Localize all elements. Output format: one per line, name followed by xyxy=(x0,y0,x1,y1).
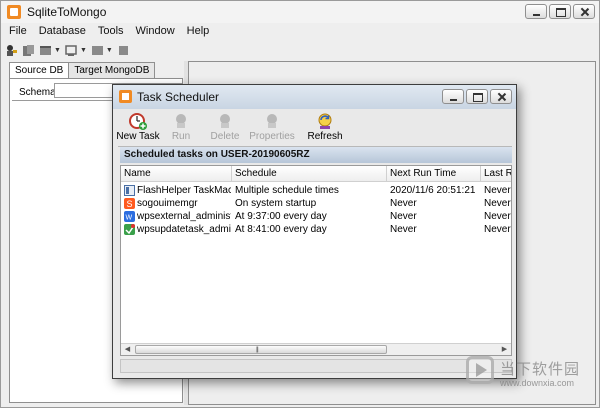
column-name[interactable]: Name xyxy=(121,166,232,182)
query-icon[interactable] xyxy=(65,44,78,57)
main-titlebar[interactable]: SqliteToMongo xyxy=(1,1,599,23)
scheduled-tasks-header: Scheduled tasks on USER-20190605RZ xyxy=(120,147,512,163)
dialog-titlebar[interactable]: Task Scheduler xyxy=(113,85,516,109)
task-last-run: Never xyxy=(484,198,511,209)
column-schedule[interactable]: Schedule xyxy=(232,166,387,182)
watermark: 当下软件园 www.downxia.com xyxy=(466,356,598,396)
watermark-logo-icon xyxy=(466,356,494,384)
tab-source-db[interactable]: Source DB xyxy=(9,62,70,79)
flash-task-icon xyxy=(124,185,135,196)
dialog-close-button[interactable] xyxy=(490,89,512,104)
properties-button[interactable]: Properties xyxy=(247,111,297,145)
app-title: SqliteToMongo xyxy=(27,5,107,19)
table-row[interactable]: FlashHelper TaskMachi... Multiple schedu… xyxy=(121,184,511,197)
dialog-maximize-button[interactable] xyxy=(466,89,488,104)
task-last-run: Never xyxy=(484,224,511,235)
menu-tools[interactable]: Tools xyxy=(98,23,124,40)
wps-update-icon xyxy=(124,224,135,235)
task-name: wpsupdatetask_admini... xyxy=(137,224,231,235)
new-task-button[interactable]: New Task xyxy=(116,111,160,145)
table-dropdown-arrow-icon[interactable]: ▼ xyxy=(54,47,61,54)
refresh-label: Refresh xyxy=(307,131,343,142)
table-row[interactable]: W wpsexternal_administr... At 9:37:00 ev… xyxy=(121,210,511,223)
svg-text:W: W xyxy=(126,215,133,222)
task-last-run: Never xyxy=(484,185,511,196)
sogou-icon: S xyxy=(124,198,135,209)
menu-help[interactable]: Help xyxy=(187,23,210,40)
new-task-icon xyxy=(129,113,147,130)
export-dropdown-arrow-icon[interactable]: ▼ xyxy=(106,47,113,54)
task-schedule: On system startup xyxy=(235,198,317,209)
watermark-title: 当下软件园 xyxy=(500,361,581,378)
maximize-button[interactable] xyxy=(549,4,571,19)
source-target-tabs: Source DB Target MongoDB xyxy=(9,62,156,79)
run-label: Run xyxy=(171,131,191,142)
delete-icon xyxy=(220,114,230,128)
database-icon[interactable] xyxy=(22,44,35,57)
scroll-right-arrow-icon[interactable]: ▶ xyxy=(499,345,510,354)
properties-icon xyxy=(267,114,277,128)
column-next-run-time[interactable]: Next Run Time xyxy=(387,166,481,182)
query-dropdown-arrow-icon[interactable]: ▼ xyxy=(80,47,87,54)
scrollbar-thumb[interactable]: ||| xyxy=(135,345,387,354)
task-scheduler-dialog: Task Scheduler New Task Run Delete Prope… xyxy=(112,84,517,379)
menubar: File Database Tools Window Help xyxy=(1,23,599,40)
task-name: FlashHelper TaskMachi... xyxy=(137,185,231,196)
connect-icon[interactable] xyxy=(5,44,18,57)
svg-text:S: S xyxy=(127,199,133,209)
dialog-statusbar xyxy=(120,359,512,373)
table-icon[interactable] xyxy=(39,44,52,57)
table-row[interactable]: S sogouimemgr On system startup Never Ne… xyxy=(121,197,511,210)
main-toolbar: ▼ ▼ ▼ xyxy=(5,41,130,59)
stop-icon[interactable] xyxy=(117,44,130,57)
menu-file[interactable]: File xyxy=(9,23,27,40)
column-last-run[interactable]: Last Ru xyxy=(481,166,511,182)
close-button[interactable] xyxy=(573,4,595,19)
task-last-run: Never xyxy=(484,211,511,222)
dialog-minimize-button[interactable] xyxy=(442,89,464,104)
horizontal-scrollbar[interactable]: ◀ ||| ▶ xyxy=(121,343,511,355)
task-next-run: 2020/11/6 20:51:21 xyxy=(390,185,476,196)
refresh-icon xyxy=(318,113,332,129)
scroll-left-arrow-icon[interactable]: ◀ xyxy=(122,345,133,354)
run-icon xyxy=(176,114,186,128)
task-schedule: At 9:37:00 every day xyxy=(235,211,327,222)
task-list-column-header: Name Schedule Next Run Time Last Ru xyxy=(121,166,511,182)
task-name: sogouimemgr xyxy=(137,198,198,209)
delete-label: Delete xyxy=(210,131,240,142)
watermark-url: www.downxia.com xyxy=(500,378,575,388)
task-list[interactable]: Name Schedule Next Run Time Last Ru Flas… xyxy=(120,165,512,356)
properties-label: Properties xyxy=(249,131,295,142)
task-schedule: Multiple schedule times xyxy=(235,185,339,196)
minimize-button[interactable] xyxy=(525,4,547,19)
table-row[interactable]: wpsupdatetask_admini... At 8:41:00 every… xyxy=(121,223,511,236)
task-next-run: Never xyxy=(390,198,417,209)
menu-database[interactable]: Database xyxy=(39,23,86,40)
menu-window[interactable]: Window xyxy=(136,23,175,40)
new-task-label: New Task xyxy=(116,131,160,142)
dialog-title: Task Scheduler xyxy=(137,90,220,104)
tab-target-mongodb[interactable]: Target MongoDB xyxy=(68,62,156,78)
task-name: wpsexternal_administr... xyxy=(137,211,231,222)
refresh-button[interactable]: Refresh xyxy=(301,111,349,145)
delete-button[interactable]: Delete xyxy=(203,111,247,145)
run-button[interactable]: Run xyxy=(159,111,203,145)
task-schedule: At 8:41:00 every day xyxy=(235,224,327,235)
scrollbar-grip-icon: ||| xyxy=(256,347,259,353)
wps-icon: W xyxy=(124,211,135,222)
export-icon[interactable] xyxy=(91,44,104,57)
scheduler-app-icon xyxy=(119,90,132,103)
schema-label: Schema xyxy=(19,87,56,98)
task-next-run: Never xyxy=(390,211,417,222)
scheduler-toolbar: New Task Run Delete Properties Refresh xyxy=(116,111,514,145)
app-icon xyxy=(7,5,21,19)
task-next-run: Never xyxy=(390,224,417,235)
